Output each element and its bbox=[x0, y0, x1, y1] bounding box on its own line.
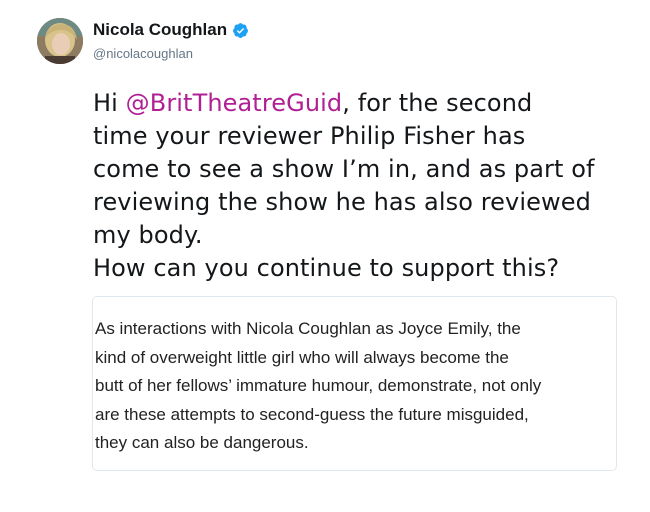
tweet-line-2: time your reviewer Philip Fisher has bbox=[93, 122, 526, 150]
attached-image-text: As interactions with Nicola Coughlan as … bbox=[95, 315, 615, 458]
mention-link[interactable]: @BritTheatreGuid bbox=[126, 89, 343, 117]
tweet-line-1: Hi @BritTheatreGuid, for the second bbox=[93, 87, 638, 120]
author-name-row: Nicola Coughlan bbox=[93, 20, 249, 40]
attached-image[interactable]: As interactions with Nicola Coughlan as … bbox=[92, 296, 617, 471]
tweet-line-6: How can you continue to support this? bbox=[93, 254, 560, 282]
verified-badge-icon bbox=[232, 22, 249, 39]
author-display-name[interactable]: Nicola Coughlan bbox=[93, 20, 227, 40]
attached-image-line: are these attempts to second-guess the f… bbox=[95, 404, 529, 424]
avatar-image bbox=[37, 18, 83, 64]
tweet-line-1-suffix: , for the second bbox=[342, 89, 533, 117]
tweet-line-1-prefix: Hi bbox=[93, 89, 126, 117]
author-handle[interactable]: @nicolacoughlan bbox=[93, 46, 193, 61]
tweet-line-4: reviewing the show he has also reviewed bbox=[93, 188, 591, 216]
attached-image-line: As interactions with Nicola Coughlan as … bbox=[95, 319, 521, 338]
attached-image-line: butt of her fellows’ immature humour, de… bbox=[95, 376, 542, 395]
attached-image-line: kind of overweight little girl who will … bbox=[95, 347, 509, 367]
tweet-line-5: my body. bbox=[93, 221, 203, 249]
avatar[interactable] bbox=[37, 18, 83, 64]
tweet-text: Hi @BritTheatreGuid, for the second time… bbox=[93, 87, 638, 285]
tweet-line-3: come to see a show I’m in, and as part o… bbox=[93, 155, 595, 183]
attached-image-line: they can also be dangerous. bbox=[95, 433, 309, 452]
